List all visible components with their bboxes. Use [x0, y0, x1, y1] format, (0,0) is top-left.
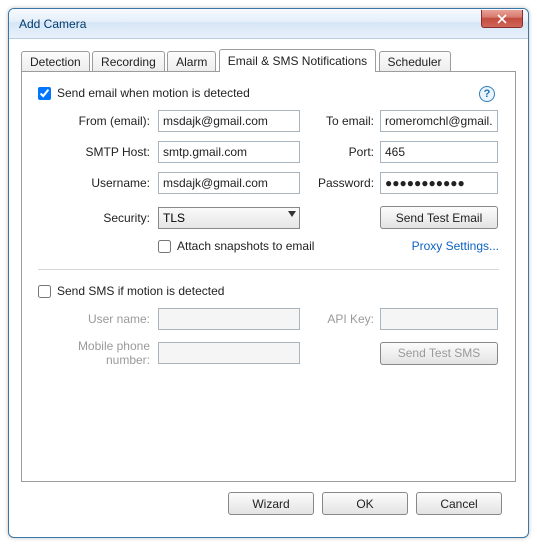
to-input[interactable]: [380, 110, 498, 132]
email-form: From (email): To email: SMTP Host: Port:…: [38, 110, 499, 253]
smtp-input[interactable]: [158, 141, 300, 163]
port-label: Port:: [318, 145, 380, 159]
dialog-footer: Wizard OK Cancel: [21, 482, 516, 527]
dialog-window: Add Camera Detection Recording Alarm Ema…: [8, 8, 529, 538]
username-label: Username:: [38, 176, 158, 190]
help-icon[interactable]: ?: [479, 86, 495, 102]
close-icon: [497, 14, 507, 24]
security-select-wrap: TLS: [158, 207, 300, 229]
tab-email-sms[interactable]: Email & SMS Notifications: [219, 49, 376, 72]
security-label: Security:: [38, 211, 158, 225]
sms-phone-input[interactable]: [158, 342, 300, 364]
password-label: Password:: [318, 176, 380, 190]
sms-api-input[interactable]: [380, 308, 498, 330]
close-button[interactable]: [481, 10, 523, 28]
from-label: From (email):: [38, 114, 158, 128]
window-title: Add Camera: [19, 17, 86, 31]
email-enable-label: Send email when motion is detected: [57, 86, 250, 100]
password-input[interactable]: [380, 172, 498, 194]
wizard-button[interactable]: Wizard: [228, 492, 314, 515]
to-label: To email:: [318, 114, 380, 128]
attach-snapshots-checkbox[interactable]: [158, 240, 171, 253]
from-input[interactable]: [158, 110, 300, 132]
email-enable-checkbox[interactable]: [38, 87, 51, 100]
sms-enable-row: Send SMS if motion is detected: [38, 284, 499, 298]
section-divider: [38, 269, 499, 270]
cancel-button[interactable]: Cancel: [416, 492, 502, 515]
port-input[interactable]: [380, 141, 498, 163]
tab-alarm[interactable]: Alarm: [167, 51, 216, 72]
sms-user-label: User name:: [38, 312, 158, 326]
tab-recording[interactable]: Recording: [92, 51, 165, 72]
tab-strip: Detection Recording Alarm Email & SMS No…: [21, 49, 516, 71]
attach-snapshots-label: Attach snapshots to email: [177, 239, 314, 253]
email-enable-row: Send email when motion is detected: [38, 86, 499, 100]
smtp-label: SMTP Host:: [38, 145, 158, 159]
tab-scheduler[interactable]: Scheduler: [379, 51, 451, 72]
sms-enable-checkbox[interactable]: [38, 285, 51, 298]
sms-phone-label: Mobile phone number:: [38, 339, 158, 367]
sms-enable-label: Send SMS if motion is detected: [57, 284, 224, 298]
send-test-email-button[interactable]: Send Test Email: [380, 206, 498, 229]
titlebar: Add Camera: [9, 9, 528, 39]
ok-button[interactable]: OK: [322, 492, 408, 515]
security-select[interactable]: TLS: [158, 207, 300, 229]
proxy-settings-link[interactable]: Proxy Settings...: [412, 239, 499, 253]
tab-panel-email-sms: ? Send email when motion is detected Fro…: [21, 71, 516, 482]
username-input[interactable]: [158, 172, 300, 194]
sms-form: User name: API Key: Mobile phone number:…: [38, 308, 499, 367]
dialog-body: Detection Recording Alarm Email & SMS No…: [9, 39, 528, 537]
sms-api-label: API Key:: [318, 312, 380, 326]
tab-detection[interactable]: Detection: [21, 51, 90, 72]
sms-user-input[interactable]: [158, 308, 300, 330]
send-test-sms-button[interactable]: Send Test SMS: [380, 342, 498, 365]
